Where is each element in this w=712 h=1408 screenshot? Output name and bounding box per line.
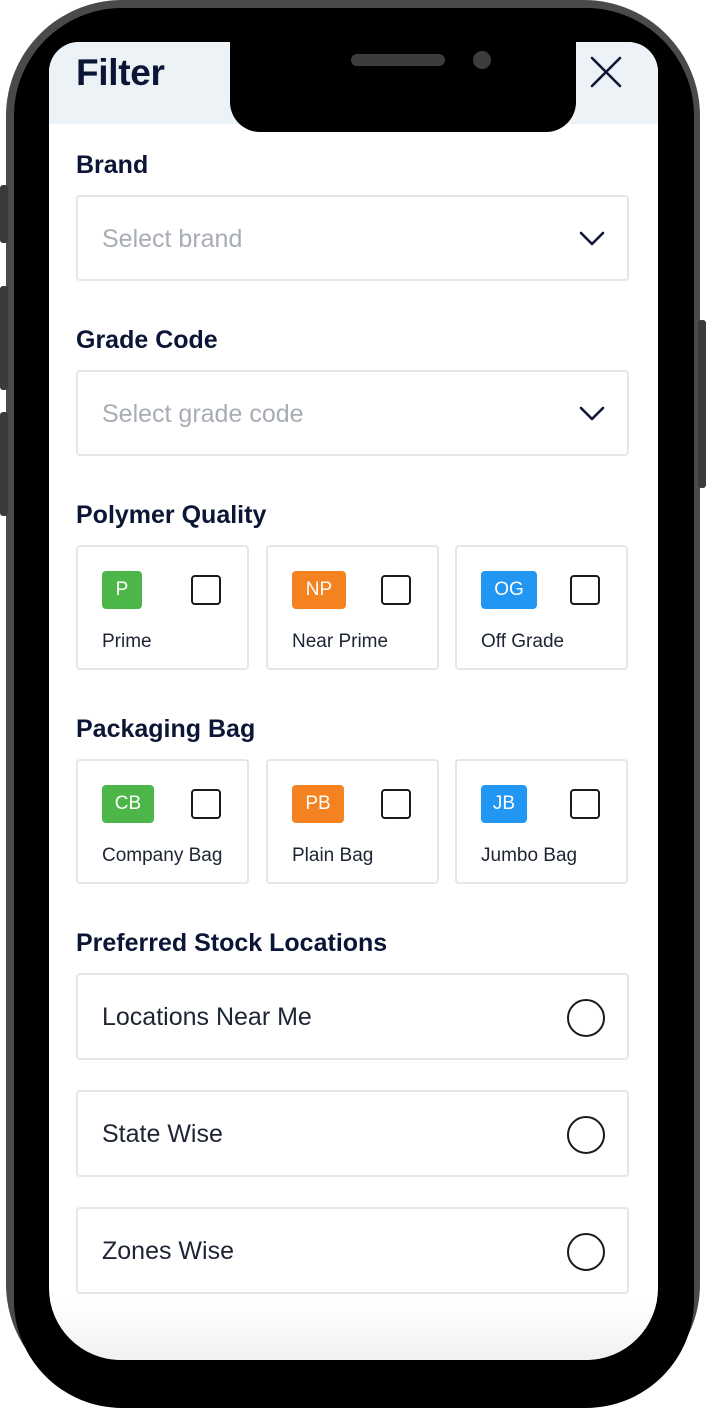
location-radio[interactable] — [567, 1116, 605, 1154]
jumbo-bag-label: Jumbo Bag — [481, 845, 578, 866]
front-camera — [473, 51, 491, 69]
location-radio[interactable] — [567, 999, 605, 1037]
grade-code-select[interactable]: Select grade code — [76, 370, 629, 456]
packaging-bag-label: Packaging Bag — [76, 715, 256, 743]
filter-screen: Filter Brand Select brand Grade Code Sel… — [49, 42, 658, 1360]
bag-badge: PB — [292, 785, 344, 823]
chevron-down-icon — [579, 231, 605, 246]
packaging-bag-option-company-bag[interactable]: CB Company Bag — [76, 759, 249, 884]
chevron-down-icon — [579, 406, 605, 421]
plain-bag-checkbox[interactable] — [381, 789, 411, 819]
polymer-quality-label: Polymer Quality — [76, 501, 267, 529]
polymer-quality-option-prime[interactable]: P Prime — [76, 545, 249, 670]
location-radio[interactable] — [567, 1233, 605, 1271]
grade-code-select-placeholder: Select grade code — [102, 400, 304, 428]
bag-badge: CB — [102, 785, 154, 823]
polymer-quality-option-near-prime[interactable]: NP Near Prime — [266, 545, 439, 670]
location-option-near-me[interactable]: Locations Near Me — [76, 973, 629, 1060]
brand-select[interactable]: Select brand — [76, 195, 629, 281]
location-option-label: State Wise — [102, 1120, 223, 1148]
location-option-label: Locations Near Me — [102, 1003, 312, 1031]
bag-badge: JB — [481, 785, 527, 823]
quality-badge: NP — [292, 571, 346, 609]
location-option-label: Zones Wise — [102, 1237, 234, 1265]
location-option-state-wise[interactable]: State Wise — [76, 1090, 629, 1177]
close-icon[interactable] — [590, 56, 622, 88]
brand-select-placeholder: Select brand — [102, 225, 243, 253]
packaging-bag-option-jumbo-bag[interactable]: JB Jumbo Bag — [455, 759, 628, 884]
near-prime-checkbox[interactable] — [381, 575, 411, 605]
phone-button-power — [698, 320, 706, 488]
prime-checkbox[interactable] — [191, 575, 221, 605]
near-prime-label: Near Prime — [292, 631, 389, 652]
polymer-quality-option-off-grade[interactable]: OG Off Grade — [455, 545, 628, 670]
stock-locations-label: Preferred Stock Locations — [76, 929, 388, 957]
brand-label: Brand — [76, 151, 149, 179]
location-option-zones-wise[interactable]: Zones Wise — [76, 1207, 629, 1294]
grade-code-label: Grade Code — [76, 326, 218, 354]
company-bag-label: Company Bag — [102, 845, 223, 866]
bottom-fade — [49, 1300, 658, 1360]
prime-label: Prime — [102, 631, 152, 652]
quality-badge: P — [102, 571, 142, 609]
phone-button-volume-up — [0, 286, 8, 390]
phone-button-mute — [0, 185, 8, 243]
phone-notch — [230, 42, 576, 132]
off-grade-label: Off Grade — [481, 631, 565, 652]
phone-button-volume-down — [0, 412, 8, 516]
jumbo-bag-checkbox[interactable] — [570, 789, 600, 819]
off-grade-checkbox[interactable] — [570, 575, 600, 605]
plain-bag-label: Plain Bag — [292, 845, 374, 866]
company-bag-checkbox[interactable] — [191, 789, 221, 819]
speaker-grille — [351, 54, 445, 66]
page-title: Filter — [76, 52, 165, 93]
quality-badge: OG — [481, 571, 537, 609]
packaging-bag-option-plain-bag[interactable]: PB Plain Bag — [266, 759, 439, 884]
